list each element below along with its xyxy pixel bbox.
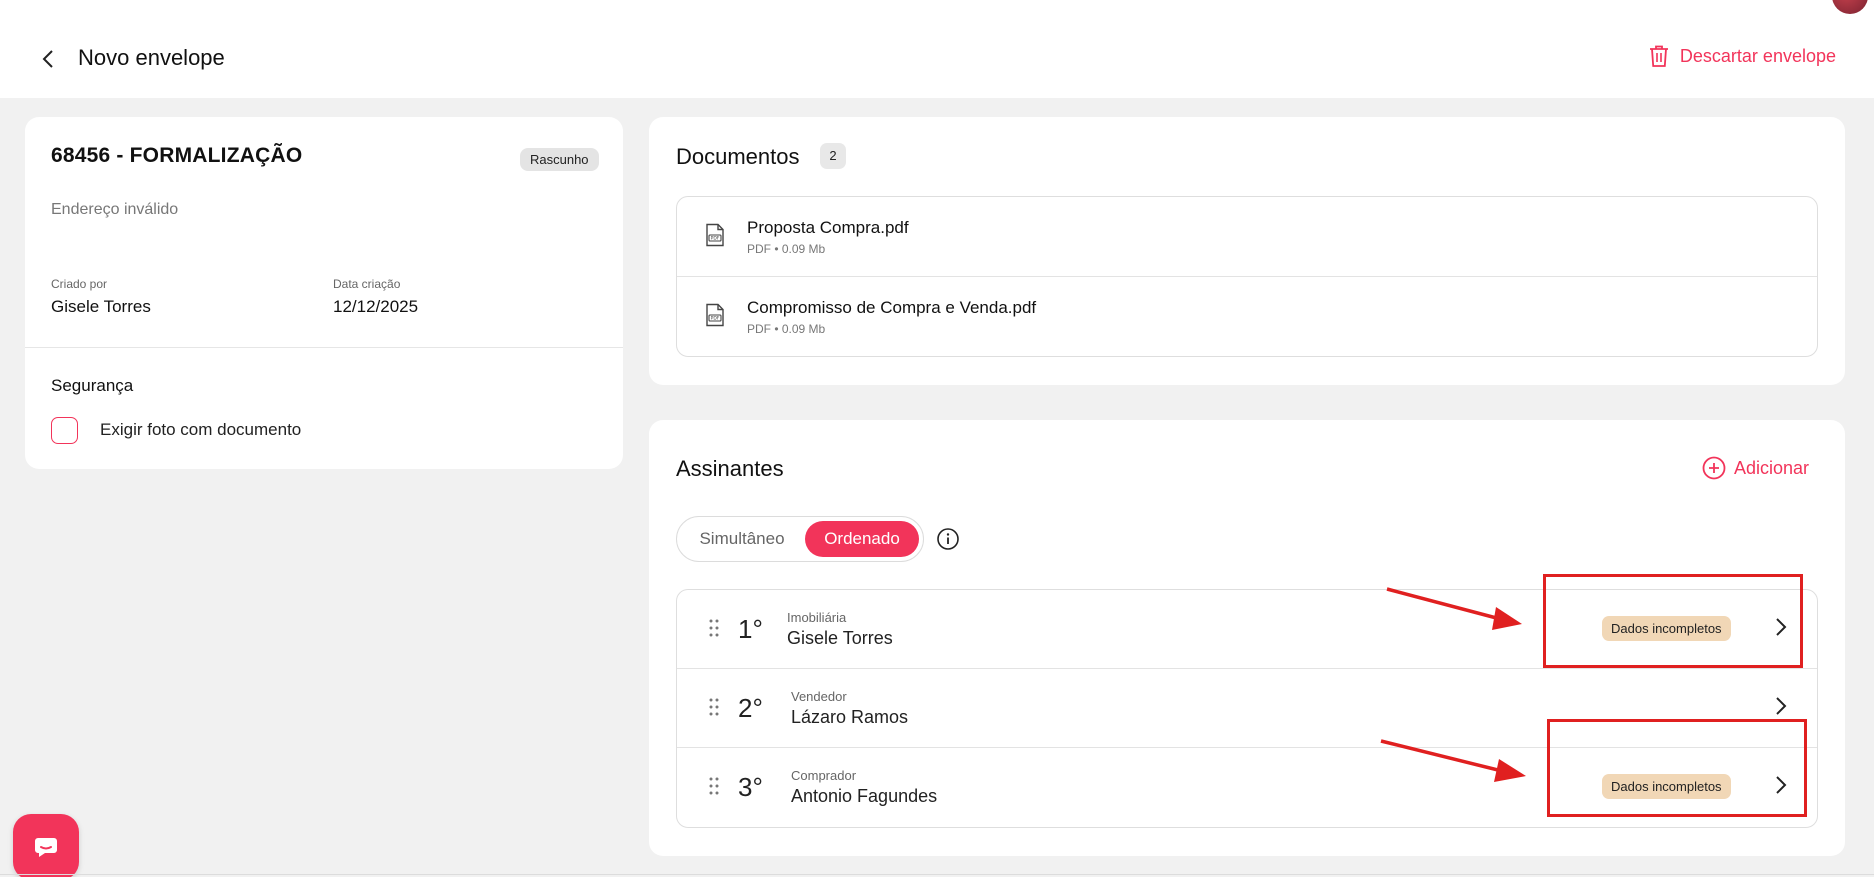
created-date-label: Data criação [333, 277, 401, 291]
created-by-label: Criado por [51, 277, 108, 291]
envelope-address: Endereço inválido [51, 201, 179, 218]
documents-card: Documentos 2 PDF Proposta Compra.pdf PDF… [649, 117, 1845, 385]
chat-button[interactable] [13, 814, 79, 877]
pdf-file-icon: PDF [706, 303, 724, 327]
add-signer-button[interactable]: Adicionar [1702, 456, 1809, 480]
document-name: Proposta Compra.pdf [747, 218, 909, 237]
drag-handle-icon[interactable] [709, 618, 719, 638]
documents-list: PDF Proposta Compra.pdf PDF • 0.09 Mb PD… [676, 196, 1818, 357]
trash-icon [1649, 45, 1668, 67]
signer-order: 3° [738, 772, 763, 802]
divider [25, 347, 623, 348]
mode-ordered[interactable]: Ordenado [805, 521, 919, 557]
documents-title: Documentos [676, 144, 800, 169]
signer-name: Gisele Torres [787, 628, 893, 648]
chevron-right-icon[interactable] [1774, 695, 1788, 717]
document-row[interactable]: PDF Proposta Compra.pdf PDF • 0.09 Mb [677, 197, 1817, 277]
page-header: Novo envelope Descartar envelope [0, 30, 1874, 90]
document-row[interactable]: PDF Compromisso de Compra e Venda.pdf PD… [677, 277, 1817, 356]
signers-title: Assinantes [676, 456, 784, 481]
svg-text:PDF: PDF [711, 316, 720, 322]
annotation-arrow-icon [1386, 587, 1522, 630]
require-photo-checkbox[interactable] [51, 417, 78, 444]
discard-envelope-label: Descartar envelope [1679, 45, 1836, 66]
annotation-highlight-box [1547, 719, 1807, 817]
status-badge: Rascunho [520, 148, 599, 171]
divider [0, 874, 1874, 875]
signer-name: Antonio Fagundes [791, 786, 938, 806]
pdf-file-icon: PDF [706, 223, 724, 247]
svg-text:PDF: PDF [711, 236, 720, 242]
add-signer-label: Adicionar [1733, 457, 1809, 478]
envelope-title: 68456 - FORMALIZAÇÃO [51, 144, 303, 167]
discard-envelope-button[interactable]: Descartar envelope [1648, 44, 1836, 68]
back-button[interactable] [36, 44, 60, 74]
signer-order: 1° [738, 614, 763, 644]
document-meta: PDF • 0.09 Mb [747, 322, 826, 336]
signer-role: Vendedor [791, 689, 847, 704]
signer-role: Comprador [791, 768, 857, 783]
created-by-value: Gisele Torres [51, 297, 151, 316]
envelope-info-card: 68456 - FORMALIZAÇÃO Rascunho Endereço i… [25, 117, 623, 469]
signer-role: Imobiliária [787, 610, 847, 625]
chat-bubble-icon [35, 838, 57, 857]
page-title: Novo envelope [78, 45, 225, 70]
signer-order: 2° [738, 693, 763, 723]
annotation-arrow-icon [1380, 739, 1526, 782]
documents-count-badge: 2 [820, 143, 846, 169]
document-name: Compromisso de Compra e Venda.pdf [747, 298, 1037, 317]
mode-simultaneous[interactable]: Simultâneo [689, 521, 795, 557]
plus-circle-icon [1702, 456, 1726, 480]
user-avatar[interactable] [1832, 0, 1868, 14]
info-icon[interactable] [936, 527, 960, 551]
chevron-left-icon [42, 50, 53, 68]
require-photo-label: Exigir foto com documento [100, 420, 302, 439]
signer-name: Lázaro Ramos [791, 707, 909, 727]
document-meta: PDF • 0.09 Mb [747, 242, 826, 256]
drag-handle-icon[interactable] [709, 697, 719, 717]
signing-mode-toggle: Simultâneo Ordenado [676, 516, 924, 562]
created-date-value: 12/12/2025 [333, 297, 419, 316]
security-title: Segurança [51, 376, 134, 395]
annotation-highlight-box [1543, 574, 1803, 668]
drag-handle-icon[interactable] [709, 776, 719, 796]
